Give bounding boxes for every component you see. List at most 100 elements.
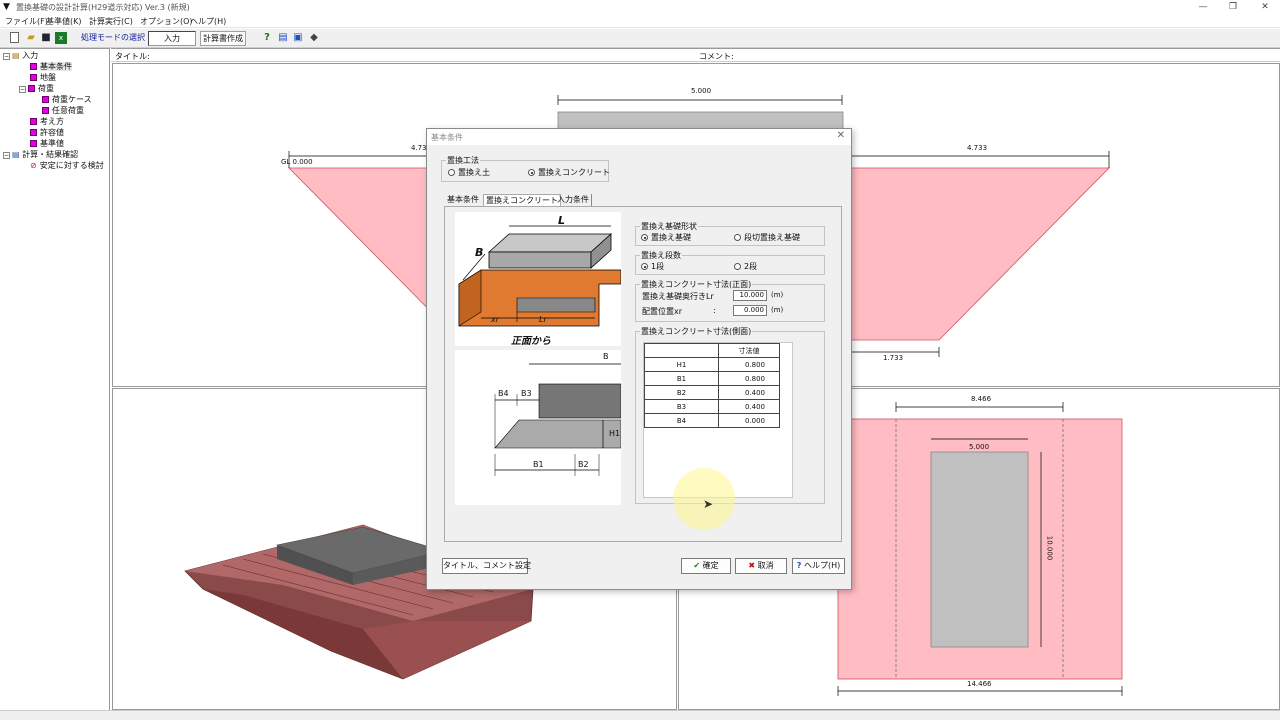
plan-dim-bottom: 14.466 (967, 680, 992, 688)
depth-input[interactable]: 10.000 (733, 290, 767, 301)
check-icon: ✔ (693, 561, 701, 570)
help-button[interactable]: ? ヘルプ(H) (792, 558, 845, 574)
excel-export-icon[interactable]: x (55, 32, 67, 44)
tree-item-arbitrary-load[interactable]: 任意荷重 (42, 106, 84, 116)
tab-panel: L B xr Lr 正面から B B4 B3 H1 B1 B2 置換え基礎形状 … (444, 206, 842, 542)
fig-caption: 正面から (511, 336, 551, 347)
fig2-B3-label: B3 (521, 389, 532, 398)
mode-input-field[interactable]: 入力 (148, 31, 196, 46)
table-row: B2 0.400 (644, 385, 780, 400)
square-icon (30, 140, 37, 147)
tree-root-input[interactable]: − ▤ 入力 (3, 51, 38, 61)
depth-label: 置換え基礎奥行きLr (642, 292, 714, 301)
position-input[interactable]: 0.000 (733, 305, 767, 316)
table-cell[interactable]: 0.800 (718, 357, 780, 372)
dim-top-label: 5.000 (691, 87, 712, 95)
tree-item-stability[interactable]: ⊘ 安定に対する検討 (30, 161, 104, 171)
save-icon[interactable]: ■ (40, 32, 52, 44)
comment-label: コメント: (699, 52, 734, 61)
method-concrete-radio[interactable]: 置換えコンクリート (528, 167, 610, 178)
menu-file[interactable]: ファイル(F) (5, 16, 48, 27)
manual-book-icon[interactable]: ▤ (277, 32, 289, 44)
tree-item-basic-conditions[interactable]: 基本条件 (30, 62, 72, 72)
tree-item-ground[interactable]: 地盤 (30, 73, 56, 83)
tree-item-allowable[interactable]: 許容値 (30, 128, 64, 138)
fig2-H1-label: H1 (609, 429, 621, 438)
x-icon: ✖ (748, 561, 756, 570)
steps-group: 置換え段数 1段 2段 (635, 250, 825, 275)
menu-bar: ファイル(F) 基準値(K) 計算実行(C) オプション(O) ヘルプ(H) (0, 15, 1280, 28)
tab-concrete[interactable]: 置換えコンクリート (483, 194, 561, 206)
title-comment-header: タイトル: コメント: (111, 48, 1280, 62)
ok-button[interactable]: ✔ 確定 (681, 558, 731, 574)
status-bar (0, 710, 1280, 720)
tab-basic[interactable]: 基本条件 (445, 194, 481, 206)
tree-root-calc[interactable]: − ▤ 計算・結果確認 (3, 150, 78, 160)
menu-standard[interactable]: 基準値(K) (46, 16, 82, 27)
cancel-button[interactable]: ✖ 取消 (735, 558, 787, 574)
fig-B-label: B (475, 246, 484, 259)
shape-stepped-radio[interactable]: 段切置換え基礎 (734, 232, 800, 243)
tab-input-conditions[interactable]: 入力条件 (555, 194, 592, 206)
square-icon (42, 96, 49, 103)
title-label: タイトル: (115, 52, 150, 61)
collapse-icon[interactable]: − (3, 152, 10, 159)
radio-off-icon (734, 263, 741, 270)
radio-off-icon (734, 234, 741, 241)
minimize-button[interactable]: — (1188, 0, 1218, 15)
shape-group: 置換え基礎形状 置換え基礎 段切置換え基礎 (635, 221, 825, 246)
new-file-icon[interactable] (10, 32, 19, 43)
restore-button[interactable]: ❐ (1218, 0, 1248, 15)
plan-dim-inner: 8.466 (971, 395, 992, 403)
folder-icon: ▤ (12, 51, 20, 60)
table-cell[interactable]: 0.400 (718, 399, 780, 414)
collapse-icon[interactable]: − (19, 86, 26, 93)
help-question-icon[interactable]: ? (261, 32, 273, 44)
fig2-B4-label: B4 (498, 389, 509, 398)
square-icon (30, 129, 37, 136)
navigation-tree: − ▤ 入力 基本条件 地盤 − 荷重 荷重ケース 任意荷重 考え方 許容値 基準値… (0, 48, 110, 710)
app-icon: ▼ (3, 2, 10, 12)
table-cell[interactable]: 0.000 (718, 413, 780, 428)
radio-on-icon (641, 234, 648, 241)
table-cell[interactable]: 0.800 (718, 371, 780, 386)
document-icon: ▤ (12, 150, 20, 159)
position-label: 配置位置xr (642, 307, 683, 316)
tree-item-load-case[interactable]: 荷重ケース (42, 95, 92, 105)
menu-calc[interactable]: 計算実行(C) (89, 16, 133, 27)
menu-help[interactable]: ヘルプ(H) (190, 16, 226, 27)
table-row: B1 0.800 (644, 371, 780, 386)
depth-unit: (m) (771, 291, 784, 299)
tree-item-load[interactable]: − 荷重 (19, 84, 54, 94)
fig-xr-label: xr (491, 315, 500, 324)
table-row: B4 0.000 (644, 413, 780, 428)
close-button[interactable]: ✕ (1250, 0, 1280, 15)
tree-item-approach[interactable]: 考え方 (30, 117, 64, 127)
title-comment-button[interactable]: タイトル、コメント設定 (442, 558, 531, 574)
radio-off-icon (448, 169, 455, 176)
square-icon (28, 85, 35, 92)
radio-on-icon (528, 169, 535, 176)
dims-table: 寸法値 H1 0.800 B1 0.800 B2 0.400 B3 0.400 B4 0.… (644, 343, 780, 428)
method-soil-radio[interactable]: 置換え土 (448, 167, 490, 178)
square-icon (30, 118, 37, 125)
side-dims-group: 置換えコンクリート寸法(側面) 寸法値 H1 0.800 B1 0.800 B2 0.… (635, 326, 825, 504)
tree-item-standard[interactable]: 基準値 (30, 139, 64, 149)
open-folder-icon[interactable]: ▰ (25, 32, 37, 44)
steps-1-radio[interactable]: 1段 (641, 261, 664, 272)
dialog-close-button[interactable]: ✕ (837, 130, 845, 141)
report-button[interactable]: 計算書作成 (200, 31, 246, 46)
radio-on-icon (641, 263, 648, 270)
square-icon (30, 63, 37, 70)
steps-2-radio[interactable]: 2段 (734, 261, 757, 272)
shape-standard-radio[interactable]: 置換え基礎 (641, 232, 691, 243)
fig2-B2-label: B2 (578, 460, 589, 469)
plan-foundation-block (930, 451, 1029, 648)
menu-options[interactable]: オプション(O) (140, 16, 193, 27)
table-cell[interactable]: 0.400 (718, 385, 780, 400)
collapse-icon[interactable]: − (3, 53, 10, 60)
mouse-cursor-icon: ➤ (703, 497, 714, 511)
web-icon[interactable]: ▣ (292, 32, 304, 44)
about-icon[interactable]: ◆ (308, 32, 320, 44)
prohibit-icon: ⊘ (30, 161, 37, 170)
